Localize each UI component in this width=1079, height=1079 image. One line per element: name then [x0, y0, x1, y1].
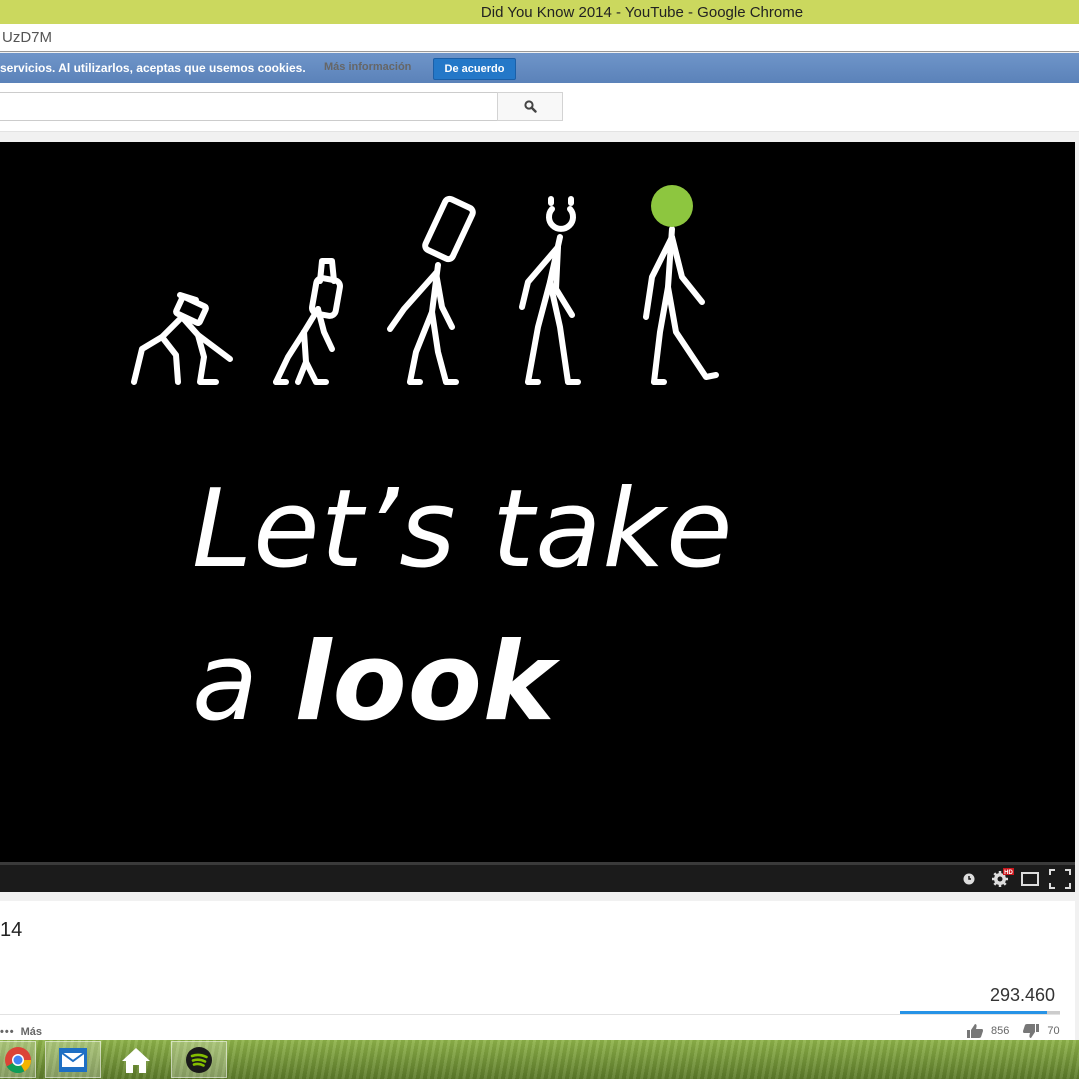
theater-mode-icon[interactable]	[1021, 872, 1039, 886]
green-ball	[651, 185, 693, 227]
more-button[interactable]: ••• Más	[0, 1026, 42, 1038]
cookie-more-info-link[interactable]: Más información	[324, 61, 411, 73]
thumbs-down-icon[interactable]	[1022, 1023, 1040, 1039]
thumbs-up-icon[interactable]	[966, 1023, 984, 1039]
player-controls: HD	[0, 862, 1075, 892]
address-bar[interactable]: UzD7M	[0, 24, 1079, 52]
dislike-count: 70	[1047, 1025, 1060, 1037]
figure-smartphone	[387, 195, 476, 385]
spotify-icon	[186, 1046, 212, 1073]
settings-gear-icon[interactable]: HD	[990, 868, 1014, 888]
windows-taskbar	[0, 1040, 1079, 1079]
view-count: 293.460	[990, 985, 1056, 1005]
search-icon	[523, 100, 537, 113]
video-caption-line2: a look	[192, 629, 556, 737]
evolution-illustration	[131, 185, 719, 385]
search-input[interactable]	[0, 92, 498, 121]
figure-magnet	[519, 196, 581, 385]
caption-text: Let’s take	[192, 467, 734, 592]
figure-upright	[643, 226, 719, 385]
mail-icon	[59, 1047, 87, 1072]
figure-hunched	[273, 258, 343, 385]
figure-crawling	[131, 292, 233, 385]
search-row	[0, 83, 1079, 132]
chrome-icon	[5, 1046, 32, 1073]
like-count: 856	[991, 1025, 1010, 1037]
search-button[interactable]	[497, 92, 563, 121]
video-info-panel: 14 293.460 ••• Más 856 70	[0, 901, 1075, 1041]
video-caption-line1: Let’s take	[192, 476, 733, 584]
hd-badge: HD	[1004, 870, 1013, 876]
watch-later-icon[interactable]	[962, 870, 976, 888]
taskbar-chrome[interactable]	[0, 1041, 36, 1078]
divider	[0, 1014, 1060, 1015]
home-icon	[122, 1047, 150, 1073]
cookie-notice: servicios. Al utilizarlos, aceptas que u…	[0, 53, 1079, 83]
url-text[interactable]: UzD7M	[0, 29, 52, 46]
more-label: Más	[20, 1026, 42, 1038]
video-player[interactable]: Let’s take a look HD	[0, 142, 1075, 892]
cookie-accept-button[interactable]: De acuerdo	[433, 58, 516, 80]
like-dislike-group: 856 70	[966, 1023, 1060, 1039]
window-title: Did You Know 2014 - YouTube - Google Chr…	[480, 3, 804, 21]
video-title: 14	[0, 919, 23, 941]
taskbar-mail[interactable]	[45, 1041, 101, 1078]
caption-light: a	[192, 620, 295, 745]
more-dots-icon: •••	[0, 1026, 15, 1038]
caption-bold: look	[294, 620, 556, 745]
cookie-message: servicios. Al utilizarlos, aceptas que u…	[0, 61, 306, 75]
window-titlebar: Did You Know 2014 - YouTube - Google Chr…	[0, 0, 1079, 24]
fullscreen-icon[interactable]	[1049, 869, 1071, 889]
taskbar-spotify[interactable]	[171, 1041, 227, 1078]
taskbar-home[interactable]	[108, 1041, 164, 1078]
